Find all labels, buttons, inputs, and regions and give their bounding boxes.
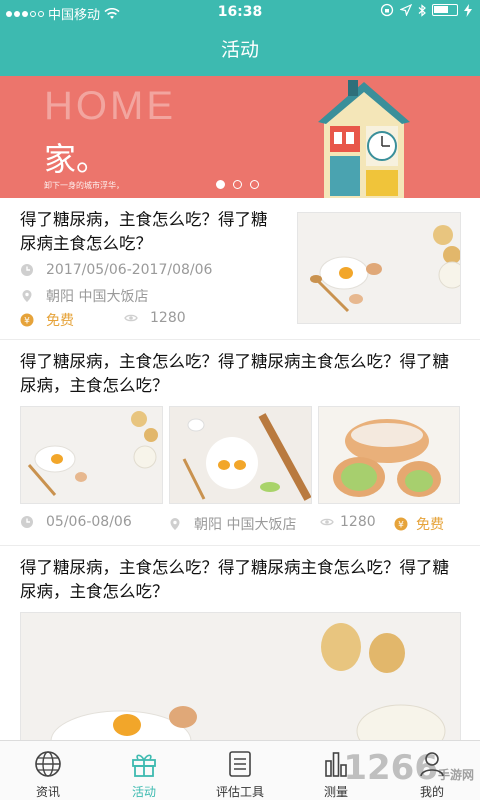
house-illustration bbox=[318, 80, 410, 198]
baking-photo-image bbox=[170, 407, 311, 503]
carousel-pager[interactable] bbox=[216, 180, 259, 189]
pager-dot[interactable] bbox=[233, 180, 242, 189]
tab-label: 资讯 bbox=[35, 785, 60, 799]
location-pin-icon bbox=[22, 290, 32, 302]
activity-card[interactable]: 得了糖尿病，主食怎么吃？得了糖尿病主食怎么吃？ 2017/05/06-2017/… bbox=[0, 198, 480, 340]
banner-home-word: HOME bbox=[44, 84, 176, 128]
tab-assessment[interactable]: 评估工具 bbox=[192, 741, 288, 800]
activity-date-text: 05/06-08/06 bbox=[46, 514, 132, 530]
bluetooth-icon bbox=[418, 3, 426, 17]
banner-heading: 家。 bbox=[44, 140, 109, 178]
activity-price-text: 免费 bbox=[46, 313, 74, 329]
yen-icon: ¥ bbox=[394, 517, 408, 531]
activity-thumbnail bbox=[297, 212, 461, 324]
page-title: 活动 bbox=[220, 39, 259, 61]
tab-activity[interactable]: 活动 bbox=[96, 741, 192, 800]
yen-icon: ¥ bbox=[20, 313, 34, 327]
activity-price: ¥ 免费 bbox=[20, 310, 74, 330]
charging-icon bbox=[464, 3, 472, 17]
activity-views: 1280 bbox=[320, 514, 376, 530]
pager-dot[interactable] bbox=[216, 180, 225, 189]
watermark-logo: 1266手游网 bbox=[343, 748, 474, 788]
location-pin-icon bbox=[170, 518, 180, 530]
nav-bar: 活动 bbox=[0, 24, 480, 76]
battery-icon bbox=[432, 4, 458, 16]
banner-subtext: 卸下一身的城市浮华， bbox=[44, 181, 124, 190]
status-bar: 中国移动 16:38 bbox=[0, 0, 480, 24]
activity-location: 朝阳 中国大饭店 bbox=[168, 514, 296, 534]
globe-icon bbox=[35, 751, 61, 777]
tab-label: 评估工具 bbox=[215, 785, 264, 799]
pastry-photo-image bbox=[319, 407, 459, 503]
activity-price: ¥ 免费 bbox=[394, 514, 444, 534]
banner-carousel[interactable]: HOME 家。 卸下一身的城市浮华， bbox=[0, 76, 480, 198]
svg-text:¥: ¥ bbox=[398, 521, 404, 531]
food-photo-image bbox=[21, 407, 162, 503]
activity-photo-large bbox=[20, 612, 461, 752]
location-arrow-icon bbox=[400, 4, 412, 16]
activity-card[interactable]: 得了糖尿病，主食怎么吃？得了糖尿病主食怎么吃？得了糖尿病，主食怎么吃？ bbox=[0, 340, 480, 546]
clock-icon bbox=[21, 516, 33, 528]
activity-photo-3 bbox=[318, 406, 460, 504]
activity-title: 得了糖尿病，主食怎么吃？得了糖尿病主食怎么吃？ bbox=[20, 210, 268, 253]
watermark-brand: 1266 bbox=[343, 748, 438, 788]
lock-rotation-icon bbox=[380, 3, 394, 17]
svg-text:¥: ¥ bbox=[24, 317, 30, 327]
list-icon bbox=[229, 751, 251, 777]
activity-views: 1280 bbox=[124, 310, 186, 326]
status-icons bbox=[380, 3, 472, 17]
tab-news[interactable]: 资讯 bbox=[0, 741, 96, 800]
activity-views-text: 1280 bbox=[340, 514, 376, 530]
tab-label: 活动 bbox=[131, 785, 156, 799]
gift-icon bbox=[132, 754, 156, 777]
eye-icon bbox=[320, 518, 334, 526]
activity-views-text: 1280 bbox=[150, 310, 186, 326]
activity-card[interactable]: 得了糖尿病，主食怎么吃？得了糖尿病主食怎么吃？得了糖尿病，主食怎么吃？ bbox=[0, 546, 480, 752]
activity-location-text: 朝阳 中国大饭店 bbox=[194, 517, 297, 533]
food-photo-image bbox=[298, 213, 460, 323]
activity-title: 得了糖尿病，主食怎么吃？得了糖尿病主食怎么吃？得了糖尿病，主食怎么吃？ bbox=[20, 558, 449, 601]
activity-date: 2017/05/06-2017/08/06 bbox=[20, 262, 212, 278]
activity-date-text: 2017/05/06-2017/08/06 bbox=[46, 262, 213, 278]
activity-price-text: 免费 bbox=[416, 517, 444, 533]
pager-dot[interactable] bbox=[250, 180, 259, 189]
activity-location: 朝阳 中国大饭店 bbox=[20, 286, 148, 306]
activity-photo-1 bbox=[20, 406, 163, 504]
eye-icon bbox=[124, 314, 138, 322]
watermark-site: 手游网 bbox=[437, 768, 474, 782]
activity-title: 得了糖尿病，主食怎么吃？得了糖尿病主食怎么吃？得了糖尿病，主食怎么吃？ bbox=[20, 352, 449, 395]
activity-photo-2 bbox=[169, 406, 312, 504]
food-photo-image bbox=[21, 613, 460, 751]
clock-icon bbox=[21, 264, 33, 276]
activity-location-text: 朝阳 中国大饭店 bbox=[46, 289, 149, 305]
activity-date: 05/06-08/06 bbox=[20, 514, 132, 530]
